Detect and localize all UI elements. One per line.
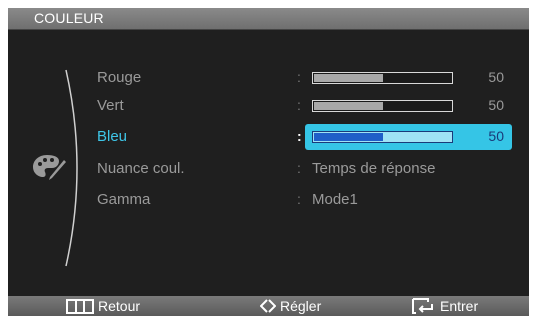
menu-item-label: Vert bbox=[97, 97, 124, 114]
slider-fill bbox=[314, 102, 383, 110]
menu-item-rouge[interactable]: Rouge : 50 bbox=[8, 66, 529, 90]
separator: : bbox=[297, 128, 302, 144]
enter-icon bbox=[412, 298, 433, 314]
separator: : bbox=[297, 160, 301, 176]
osd-window: COULEUR Rouge : 50 Vert : 50 Bleu: 50 N… bbox=[8, 8, 529, 316]
enter-button[interactable]: Entrer bbox=[412, 298, 522, 316]
footer-bar: Retour Régler Entrer bbox=[8, 296, 529, 316]
menu-item-value: Mode1 bbox=[312, 191, 358, 208]
separator: : bbox=[297, 97, 301, 113]
menu-item-nuance-coul[interactable]: Nuance coul. : Temps de réponse bbox=[8, 157, 529, 181]
menu-grid-icon bbox=[66, 299, 94, 314]
menu-item-label: Rouge bbox=[97, 69, 142, 86]
vert-slider[interactable] bbox=[312, 100, 453, 112]
separator: : bbox=[297, 69, 301, 85]
adjust-button[interactable]: Régler bbox=[260, 298, 380, 316]
separator: : bbox=[297, 191, 301, 207]
menu-item-vert[interactable]: Vert : 50 bbox=[8, 94, 529, 118]
title-bar: COULEUR bbox=[8, 8, 529, 30]
slider-fill bbox=[314, 74, 383, 82]
menu-item-value: Temps de réponse bbox=[312, 160, 436, 177]
slider-value: 50 bbox=[488, 69, 504, 85]
adjust-label: Régler bbox=[280, 298, 322, 314]
menu-title: COULEUR bbox=[34, 10, 104, 26]
menu-item-label: Gamma bbox=[97, 191, 151, 208]
back-button[interactable]: Retour bbox=[66, 298, 186, 316]
menu-item-gamma[interactable]: Gamma : Mode1 bbox=[8, 188, 529, 212]
rouge-slider[interactable] bbox=[312, 72, 453, 84]
menu-item-label: Bleu bbox=[97, 128, 128, 145]
enter-label: Entrer bbox=[440, 298, 479, 314]
slider-fill bbox=[314, 133, 383, 141]
slider-value: 50 bbox=[488, 128, 504, 144]
back-label: Retour bbox=[98, 298, 141, 314]
menu-item-bleu[interactable]: Bleu : 50 bbox=[8, 124, 529, 150]
bleu-slider[interactable] bbox=[312, 131, 453, 143]
slider-value: 50 bbox=[488, 97, 504, 113]
menu-item-label: Nuance coul. bbox=[97, 160, 185, 177]
diamond-arrows-icon bbox=[260, 299, 276, 313]
